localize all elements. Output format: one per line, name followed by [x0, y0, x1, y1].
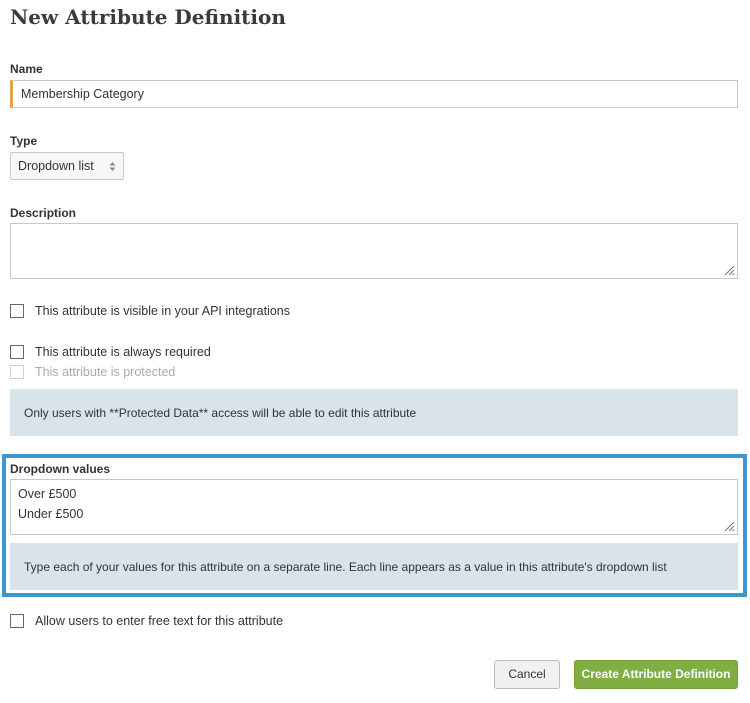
always-required-checkbox[interactable] [10, 345, 24, 359]
free-text-checkbox[interactable] [10, 614, 24, 628]
resize-grip-icon[interactable] [723, 264, 735, 276]
dropdown-value-line: Under £500 [18, 507, 84, 521]
dropdown-value-line: Over £500 [18, 487, 77, 501]
dropdown-values-help: Type each of your values for this attrib… [10, 543, 738, 590]
protected-checkbox-row: This attribute is protected [10, 365, 175, 379]
api-visible-checkbox-row[interactable]: This attribute is visible in your API in… [10, 304, 290, 318]
resize-grip-icon[interactable] [723, 520, 735, 532]
always-required-label: This attribute is always required [35, 345, 211, 359]
free-text-checkbox-row[interactable]: Allow users to enter free text for this … [10, 614, 283, 628]
dropdown-values-textarea[interactable]: Over £500 Under £500 [10, 479, 738, 535]
type-select-value: Dropdown list [18, 159, 94, 173]
description-label: Description [10, 206, 77, 220]
type-select[interactable]: Dropdown list [10, 152, 124, 180]
name-label: Name [10, 62, 43, 76]
dropdown-values-label: Dropdown values [10, 462, 111, 476]
type-label: Type [10, 134, 38, 148]
name-input[interactable]: Membership Category [10, 80, 738, 108]
free-text-label: Allow users to enter free text for this … [35, 614, 284, 628]
always-required-checkbox-row[interactable]: This attribute is always required [10, 345, 211, 359]
cancel-button[interactable]: Cancel [494, 660, 560, 689]
api-visible-label: This attribute is visible in your API in… [35, 304, 290, 318]
protected-label: This attribute is protected [35, 365, 176, 379]
description-textarea[interactable] [10, 223, 738, 279]
api-visible-checkbox[interactable] [10, 304, 24, 318]
protected-checkbox [10, 365, 24, 379]
protected-note: Only users with **Protected Data** acces… [10, 389, 738, 436]
select-arrows-icon [109, 162, 116, 171]
page-title: New Attribute Definition [10, 5, 286, 29]
create-attribute-definition-button[interactable]: Create Attribute Definition [574, 660, 738, 689]
